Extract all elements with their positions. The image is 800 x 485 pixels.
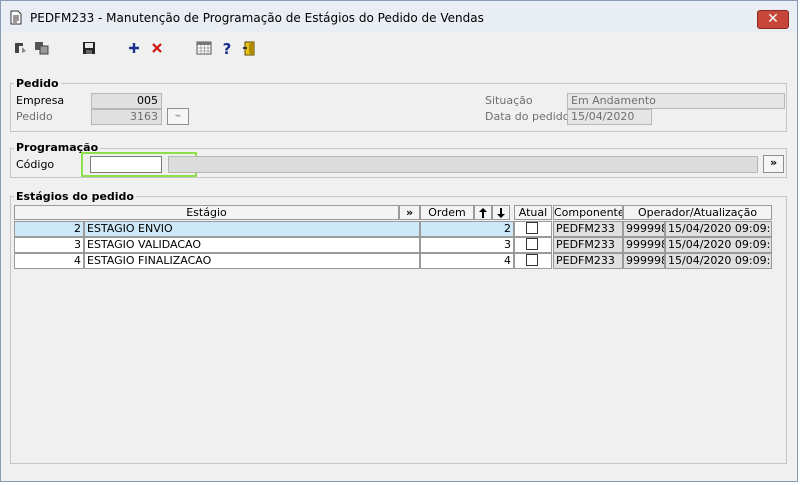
table-row-atualizacao: 15/04/2020 09:09:15 xyxy=(665,237,772,253)
codigo-description-field xyxy=(168,156,758,173)
estagios-section-title: Estágios do pedido xyxy=(14,190,136,203)
table-row-ordem[interactable]: 3 xyxy=(420,237,514,253)
navigate-icon[interactable] xyxy=(10,38,30,58)
data-pedido-field: 15/04/2020 xyxy=(567,109,652,125)
pedido-field: 3163 xyxy=(91,109,162,125)
close-button[interactable]: ✕ xyxy=(757,10,789,29)
table-row-operador: 999998 xyxy=(623,221,665,237)
sort-ascending-button[interactable] xyxy=(474,205,492,220)
table-row-ordem[interactable]: 2 xyxy=(420,221,514,237)
help-icon[interactable]: ? xyxy=(217,38,237,58)
column-header-atual[interactable]: Atual xyxy=(514,205,552,220)
table-row-estagio[interactable]: ESTAGIO ENVIO xyxy=(84,221,420,237)
table-row-atualizacao: 15/04/2020 09:09:15 xyxy=(665,253,772,269)
arrow-down-icon xyxy=(497,208,505,218)
table-row-atualizacao: 15/04/2020 09:09:15 xyxy=(665,221,772,237)
sort-descending-button[interactable] xyxy=(492,205,510,220)
table-row-number[interactable]: 4 xyxy=(14,253,84,269)
application-window: PEDFM233 - Manutenção de Programação de … xyxy=(0,0,798,482)
table-row-ordem[interactable]: 4 xyxy=(420,253,514,269)
pedido-label: Pedido xyxy=(16,110,53,123)
close-icon: ✕ xyxy=(767,11,779,27)
column-header-expand[interactable]: » xyxy=(399,205,420,220)
exit-icon[interactable] xyxy=(240,38,260,58)
table-row-number[interactable]: 2 xyxy=(14,221,84,237)
atual-checkbox[interactable] xyxy=(526,238,538,250)
empresa-field: 005 xyxy=(91,93,162,109)
data-pedido-label: Data do pedido xyxy=(485,110,570,123)
svg-text:?: ? xyxy=(223,41,232,56)
codigo-label: Código xyxy=(16,158,55,171)
copy-icon[interactable] xyxy=(32,38,52,58)
column-header-operador[interactable]: Operador/Atualização xyxy=(623,205,772,220)
window-title: PEDFM233 - Manutenção de Programação de … xyxy=(30,11,484,25)
table-row-operador: 999998 xyxy=(623,253,665,269)
table-row-operador: 999998 xyxy=(623,237,665,253)
pedido-lookup-button[interactable]: ⌁ xyxy=(167,108,189,125)
title-bar: PEDFM233 - Manutenção de Programação de … xyxy=(1,1,797,33)
table-row-estagio[interactable]: ESTAGIO FINALIZACAO xyxy=(84,253,420,269)
document-icon xyxy=(10,10,22,25)
table-row-componente: PEDFM233 xyxy=(553,221,623,237)
lookup-icon: ⌁ xyxy=(174,109,182,122)
atual-checkbox[interactable] xyxy=(526,254,538,266)
table-row-componente: PEDFM233 xyxy=(553,237,623,253)
column-header-ordem[interactable]: Ordem xyxy=(420,205,474,220)
pedido-section-title: Pedido xyxy=(14,77,61,90)
toolbar: ? xyxy=(1,33,797,63)
table-row-number[interactable]: 3 xyxy=(14,237,84,253)
programacao-expand-button[interactable]: » xyxy=(763,155,784,173)
calendar-icon[interactable] xyxy=(194,38,214,58)
codigo-input[interactable] xyxy=(90,156,162,173)
table-row-estagio[interactable]: ESTAGIO VALIDACAO xyxy=(84,237,420,253)
table-row-componente: PEDFM233 xyxy=(553,253,623,269)
arrow-up-icon xyxy=(479,208,487,218)
add-icon[interactable] xyxy=(124,38,144,58)
situacao-label: Situação xyxy=(485,94,533,107)
column-header-estagio[interactable]: Estágio xyxy=(14,205,399,220)
save-icon[interactable] xyxy=(79,38,99,58)
estagios-table: Estágio » Ordem Atual Componente Operado… xyxy=(14,205,772,269)
situacao-field: Em Andamento xyxy=(567,93,785,109)
empresa-label: Empresa xyxy=(16,94,65,107)
atual-checkbox[interactable] xyxy=(526,222,538,234)
column-header-componente[interactable]: Componente xyxy=(553,205,623,220)
delete-icon[interactable] xyxy=(147,38,167,58)
